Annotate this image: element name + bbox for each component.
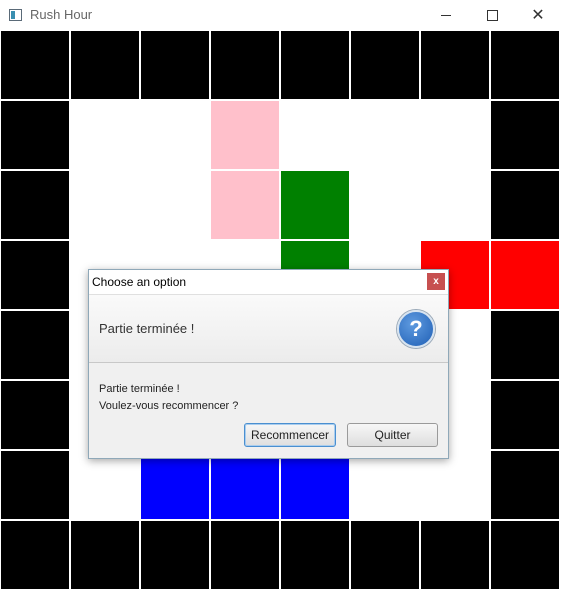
- wall-cell: [1, 451, 69, 519]
- wall-cell: [421, 31, 489, 99]
- dialog-header-text: Partie terminée !: [99, 321, 195, 336]
- wall-cell: [421, 521, 489, 589]
- wall-cell: [491, 31, 559, 99]
- wall-cell: [141, 521, 209, 589]
- close-icon: ✕: [531, 6, 545, 24]
- wall-cell: [351, 521, 419, 589]
- minimize-button[interactable]: [423, 0, 469, 31]
- wall-cell: [1, 101, 69, 169]
- wall-cell: [491, 521, 559, 589]
- close-button[interactable]: ✕: [515, 0, 561, 31]
- quit-button[interactable]: Quitter: [347, 423, 438, 447]
- wall-cell: [491, 311, 559, 379]
- wall-cell: [1, 381, 69, 449]
- dialog-titlebar: Choose an option x: [89, 270, 448, 295]
- blue-car-cell[interactable]: [211, 451, 279, 519]
- wall-cell: [141, 31, 209, 99]
- wall-cell: [1, 241, 69, 309]
- maximize-icon: [486, 10, 498, 21]
- wall-cell: [211, 521, 279, 589]
- wall-cell: [351, 31, 419, 99]
- maximize-button[interactable]: [469, 0, 515, 31]
- wall-cell: [1, 521, 69, 589]
- window-title: Rush Hour: [30, 7, 93, 22]
- dialog-message-line-2: Voulez-vous recommencer ?: [99, 400, 239, 412]
- pink-car-cell[interactable]: [211, 101, 279, 169]
- wall-cell: [71, 521, 139, 589]
- dialog-message: Partie terminée ! Voulez-vous recommence…: [99, 381, 238, 415]
- wall-cell: [491, 171, 559, 239]
- wall-cell: [491, 451, 559, 519]
- app-icon: [9, 9, 22, 21]
- restart-button[interactable]: Recommencer: [244, 423, 336, 447]
- wall-cell: [281, 521, 349, 589]
- wall-cell: [281, 31, 349, 99]
- green-car-cell[interactable]: [281, 171, 349, 239]
- option-dialog: Choose an option x Partie terminée ! ? P…: [88, 269, 449, 459]
- dialog-header: Partie terminée ! ?: [89, 295, 448, 363]
- window-titlebar: Rush Hour ✕: [0, 0, 561, 31]
- minimize-icon: [441, 15, 451, 16]
- dialog-close-button[interactable]: x: [427, 273, 445, 290]
- wall-cell: [491, 101, 559, 169]
- pink-car-cell[interactable]: [211, 171, 279, 239]
- wall-cell: [211, 31, 279, 99]
- wall-cell: [491, 381, 559, 449]
- red-car-cell[interactable]: [491, 241, 559, 309]
- wall-cell: [1, 311, 69, 379]
- wall-cell: [71, 31, 139, 99]
- dialog-message-line-1: Partie terminée !: [99, 383, 180, 395]
- blue-car-cell[interactable]: [141, 451, 209, 519]
- blue-car-cell[interactable]: [281, 451, 349, 519]
- dialog-title: Choose an option: [92, 275, 187, 289]
- wall-cell: [1, 31, 69, 99]
- question-icon: ?: [397, 310, 435, 348]
- wall-cell: [1, 171, 69, 239]
